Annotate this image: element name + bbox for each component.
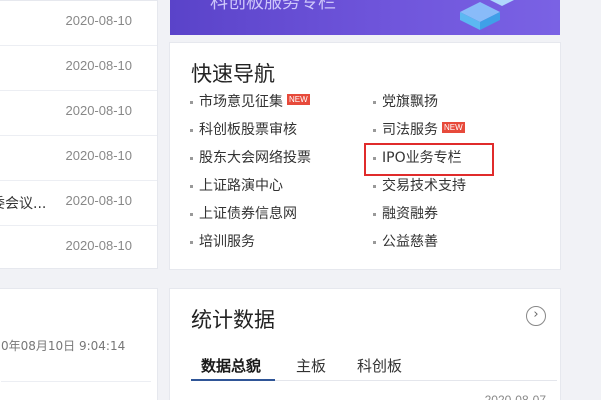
tab-main-board[interactable]: 主板	[296, 355, 326, 376]
statistics-tabs: 数据总貌 主板 科创板	[191, 345, 557, 381]
news-row[interactable]: 2020-08-10	[0, 226, 157, 271]
nav-link-label: 培训服务	[199, 234, 255, 250]
promo-banner[interactable]: 科创板服务专栏	[170, 0, 560, 35]
nav-link-judicial-service[interactable]: 司法服务 NEW	[373, 121, 465, 139]
nav-link-star-market-review[interactable]: 科创板股票审核	[190, 121, 297, 139]
update-timestamp: 0年08月10日 9:04:14	[1, 339, 126, 353]
new-badge: NEW	[287, 94, 310, 105]
news-date: 2020-08-10	[65, 58, 133, 73]
nav-link-trading-tech[interactable]: 交易技术支持	[373, 177, 466, 195]
statistics-card: 统计数据 › 数据总貌 主板 科创板 2020-08-07	[169, 288, 561, 400]
news-row[interactable]: 2020-08-10	[0, 136, 157, 181]
tab-data-overview[interactable]: 数据总貌	[201, 355, 261, 376]
nav-link-training[interactable]: 培训服务	[190, 233, 255, 251]
nav-link-label: 党旗飘扬	[382, 94, 438, 110]
news-row[interactable]: 2020-08-10	[0, 1, 157, 46]
ipo-highlight-box	[364, 143, 494, 176]
statistics-title: 统计数据	[191, 308, 275, 332]
news-date: 2020-08-10	[65, 148, 133, 163]
news-date: 2020-08-10	[65, 193, 133, 208]
nav-link-label: 市场意见征集	[199, 94, 283, 110]
nav-link-margin-trading[interactable]: 融资融券	[373, 205, 438, 223]
quick-nav-title: 快速导航	[191, 62, 275, 86]
nav-link-bond-info[interactable]: 上证债券信息网	[190, 205, 297, 223]
nav-link-market-opinion[interactable]: 市场意见征集 NEW	[190, 93, 310, 111]
new-badge: NEW	[442, 122, 465, 133]
active-tab-underline	[191, 379, 275, 381]
nav-link-label: 科创板股票审核	[199, 122, 297, 138]
nav-link-label: 融资融券	[382, 206, 438, 222]
nav-link-roadshow-center[interactable]: 上证路演中心	[190, 177, 283, 195]
quick-nav-card: 快速导航 市场意见征集 NEW 科创板股票审核 股东大会网络投票 上证路演中心 上…	[169, 42, 561, 270]
nav-link-label: 司法服务	[382, 122, 438, 138]
news-date: 2020-08-10	[65, 13, 133, 28]
news-date: 2020-08-10	[65, 103, 133, 118]
news-title[interactable]: 委会议...	[0, 193, 46, 213]
banner-text: 科创板服务专栏	[210, 0, 336, 13]
nav-link-shareholder-voting[interactable]: 股东大会网络投票	[190, 149, 311, 167]
divider	[1, 381, 151, 382]
nav-link-label: 公益慈善	[382, 234, 438, 250]
news-row[interactable]: 委会议... 2020-08-10	[0, 181, 157, 226]
statistics-date: 2020-08-07	[484, 393, 546, 400]
nav-link-label: 交易技术支持	[382, 178, 466, 194]
news-row[interactable]: 2020-08-10	[0, 46, 157, 91]
tab-star-market[interactable]: 科创板	[357, 355, 402, 376]
nav-link-label: 上证债券信息网	[199, 206, 297, 222]
nav-link-label: 上证路演中心	[199, 178, 283, 194]
news-date: 2020-08-10	[65, 238, 133, 253]
news-list-card: 2020-08-10 2020-08-10 2020-08-10 2020-08…	[0, 0, 158, 269]
update-time-card: 0年08月10日 9:04:14	[0, 288, 158, 400]
nav-link-party-flag[interactable]: 党旗飘扬	[373, 93, 438, 111]
nav-link-charity[interactable]: 公益慈善	[373, 233, 438, 251]
isometric-illustration-icon	[460, 0, 514, 30]
news-row[interactable]: 2020-08-10	[0, 91, 157, 136]
chevron-right-circle-icon[interactable]: ›	[526, 306, 546, 326]
nav-link-label: 股东大会网络投票	[199, 150, 311, 166]
